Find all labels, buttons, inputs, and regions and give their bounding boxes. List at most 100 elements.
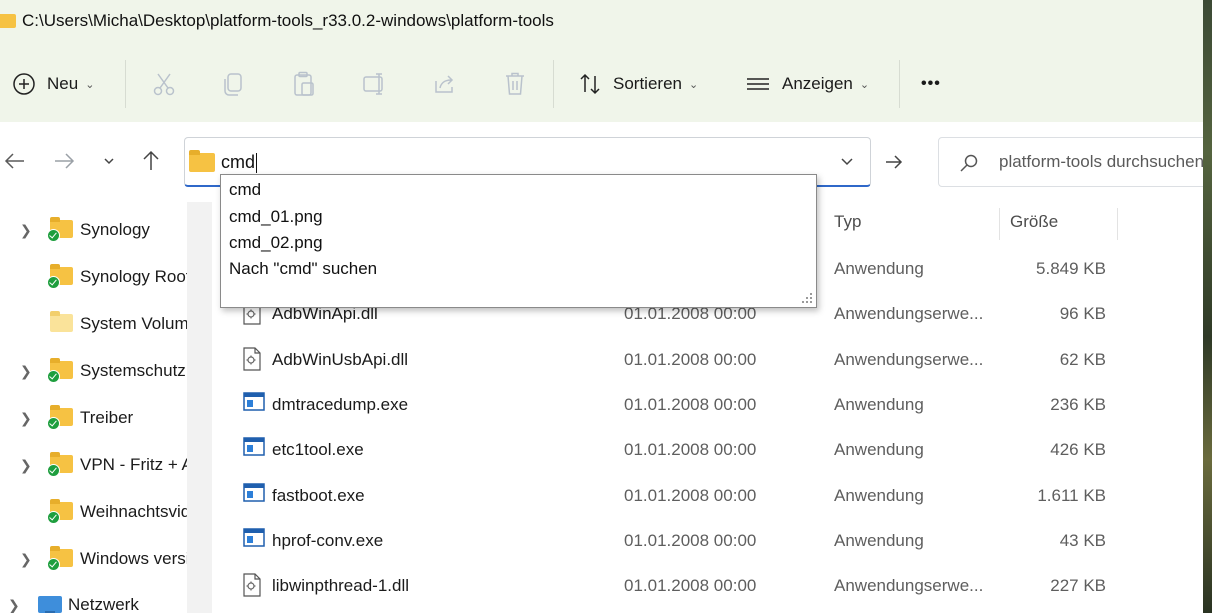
share-button[interactable] <box>432 60 458 108</box>
file-row[interactable]: AdbWinUsbApi.dll 01.01.2008 00:00 Anwendun… <box>212 337 1203 382</box>
more-options-button[interactable]: ••• <box>921 60 941 108</box>
sidebar-item[interactable]: Synology Root <box>0 254 187 300</box>
cut-button[interactable] <box>151 60 177 108</box>
folder-icon <box>47 264 73 289</box>
window-title: C:\Users\Micha\Desktop\platform-tools_r3… <box>0 10 554 32</box>
chevron-down-icon: ⌄ <box>85 78 95 91</box>
address-dropdown-button[interactable] <box>838 152 856 175</box>
back-button[interactable] <box>0 146 30 176</box>
sidebar-item-label: Systemschutz <box>80 361 186 380</box>
file-size: 96 KB <box>1059 304 1106 324</box>
file-type: Anwendung <box>834 440 924 460</box>
sidebar-item-label: System Volume Information <box>80 314 187 333</box>
desktop-background <box>1203 0 1212 613</box>
sidebar-item[interactable]: Weihnachtsvideos <box>0 489 187 535</box>
sidebar-item[interactable]: ❯ Synology <box>0 207 187 253</box>
search-box[interactable]: platform-tools durchsuchen <box>938 137 1203 187</box>
column-header-type[interactable]: Typ <box>834 202 861 242</box>
chevron-right-icon[interactable]: ❯ <box>20 363 32 380</box>
file-icon <box>243 482 265 508</box>
dll-file-icon <box>243 346 261 371</box>
chevron-down-icon: ⌄ <box>859 78 870 91</box>
folder-icon <box>47 217 73 242</box>
chevron-right-icon[interactable]: ❯ <box>20 410 32 427</box>
paste-button[interactable] <box>292 60 316 108</box>
sidebar-item-label: VPN - Fritz + Android <box>80 455 187 474</box>
file-type: Anwendungserwe... <box>834 304 984 324</box>
arrow-up-icon <box>143 150 159 170</box>
new-button[interactable]: Neu ⌄ <box>12 60 94 108</box>
cut-icon <box>153 73 175 96</box>
file-row[interactable]: fastboot.exe 01.01.2008 00:00 Anwendung 1.6… <box>212 473 1203 518</box>
column-divider[interactable] <box>1117 208 1118 240</box>
view-label: Anzeigen <box>782 74 853 93</box>
file-row[interactable]: etc1tool.exe 01.01.2008 00:00 Anwendung 426… <box>212 427 1203 472</box>
arrow-left-icon <box>4 153 24 169</box>
recent-locations-button[interactable] <box>94 146 124 176</box>
file-name[interactable]: libwinpthread-1.dll <box>272 576 409 596</box>
file-name[interactable]: fastboot.exe <box>272 486 365 506</box>
separator <box>125 60 126 108</box>
go-button[interactable] <box>872 137 916 187</box>
chevron-down-icon <box>841 158 853 166</box>
sidebar-item-network[interactable]: ❯ Netzwerk <box>0 582 187 613</box>
file-size: 43 KB <box>1059 530 1106 550</box>
view-button[interactable]: Anzeigen ⌄ <box>746 60 869 108</box>
sync-status-icon <box>47 276 60 289</box>
file-icon <box>243 392 265 417</box>
column-divider[interactable] <box>999 208 1000 240</box>
file-type: Anwendung <box>834 259 924 278</box>
arrow-right-icon <box>55 153 75 169</box>
suggestion-item[interactable]: cmd <box>229 180 261 200</box>
suggestion-item[interactable]: cmd_02.png <box>229 233 323 253</box>
suggestion-item[interactable]: cmd_01.png <box>229 207 323 227</box>
view-icon <box>747 78 769 90</box>
text-caret <box>256 153 258 174</box>
up-button[interactable] <box>136 146 166 176</box>
chevron-right-icon[interactable]: ❯ <box>20 457 32 474</box>
file-row[interactable]: dmtracedump.exe 01.01.2008 00:00 Anwendung… <box>212 382 1203 427</box>
chevron-right-icon[interactable]: ❯ <box>20 551 32 568</box>
file-size: 236 KB <box>1050 394 1106 414</box>
file-date: 01.01.2008 00:00 <box>624 394 757 414</box>
delete-button[interactable] <box>503 60 527 108</box>
rename-button[interactable] <box>362 60 388 108</box>
file-name[interactable]: dmtracedump.exe <box>272 395 408 415</box>
chevron-down-icon <box>104 158 114 165</box>
sync-status-icon <box>47 417 60 430</box>
sidebar-item[interactable]: ❯ Windows versions <box>0 536 187 582</box>
sync-status-icon <box>47 464 60 477</box>
suggestion-item[interactable]: Nach "cmd" suchen <box>229 259 377 279</box>
rename-icon <box>363 73 383 95</box>
resize-grip-icon[interactable] <box>801 292 813 304</box>
file-row[interactable]: libwinpthread-1.dll 01.01.2008 00:00 Anwen… <box>212 563 1203 608</box>
sidebar-item[interactable]: ❯ Treiber <box>0 395 187 441</box>
sync-status-icon <box>47 511 60 524</box>
sync-status-icon <box>47 229 60 242</box>
sort-button[interactable]: Sortieren ⌄ <box>578 60 698 108</box>
chevron-right-icon[interactable]: ❯ <box>20 222 32 239</box>
file-name[interactable]: AdbWinUsbApi.dll <box>272 350 408 370</box>
file-name[interactable]: etc1tool.exe <box>272 440 364 460</box>
folder-icon <box>47 546 73 571</box>
address-autocomplete-popup: cmd cmd_01.png cmd_02.png Nach "cmd" suc… <box>220 174 817 308</box>
sidebar-item[interactable]: ❯ Systemschutz <box>0 348 187 394</box>
file-size: 62 KB <box>1059 349 1106 369</box>
sort-label: Sortieren <box>613 74 682 93</box>
file-row[interactable]: hprof-conv.exe 01.01.2008 00:00 Anwendung 4… <box>212 518 1203 563</box>
sidebar-item[interactable]: System Volume Information <box>0 301 187 347</box>
chevron-right-icon[interactable]: ❯ <box>8 597 20 613</box>
application-icon <box>243 482 265 502</box>
folder-icon <box>47 405 73 430</box>
file-date: 01.01.2008 00:00 <box>624 576 757 596</box>
column-header-size[interactable]: Größe <box>1010 202 1058 242</box>
share-icon <box>435 75 454 93</box>
copy-button[interactable] <box>222 60 246 108</box>
forward-button[interactable] <box>49 146 79 176</box>
file-name[interactable]: hprof-conv.exe <box>272 531 383 551</box>
address-input[interactable]: cmd <box>221 152 258 174</box>
sidebar-scrollbar[interactable] <box>187 202 212 613</box>
sidebar-item[interactable]: ❯ VPN - Fritz + Android <box>0 442 187 488</box>
file-size: 426 KB <box>1050 440 1106 460</box>
sidebar-item-label: Netzwerk <box>68 595 139 613</box>
